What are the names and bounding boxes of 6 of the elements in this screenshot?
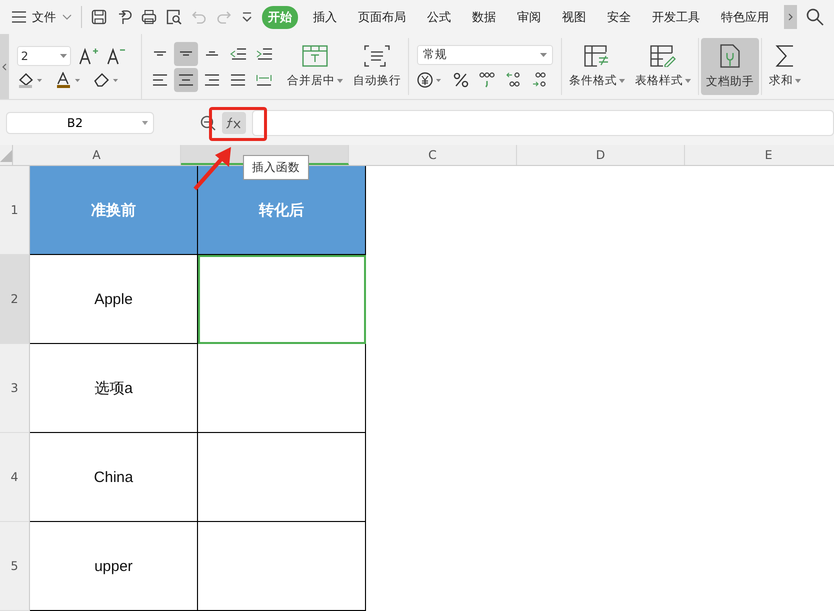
tooltip: 插入函数 — [243, 155, 309, 180]
table-cell: 选项a — [30, 344, 198, 433]
table-cell: China — [30, 433, 198, 522]
table-cell: Apple — [30, 255, 198, 344]
table-cell: 准换前 — [30, 166, 198, 255]
table-cell: upper — [30, 522, 198, 611]
